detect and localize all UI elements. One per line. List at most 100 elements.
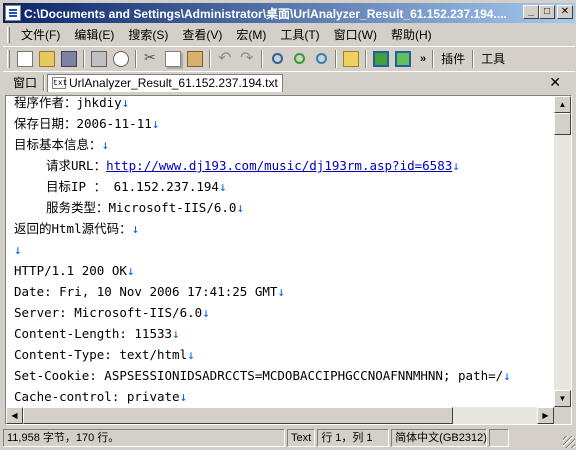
redo-button[interactable] — [236, 48, 258, 70]
line-break-marker: ↓ — [277, 284, 285, 299]
horizontal-scroll-thumb[interactable] — [23, 407, 453, 424]
editor-line[interactable]: Content-Type: text/html↓ — [14, 344, 552, 365]
caption-buttons: _ □ ✕ — [523, 5, 573, 19]
plugins-toolbar-label[interactable]: 插件 — [441, 50, 465, 67]
menu-edit[interactable]: 编辑(E) — [67, 26, 121, 44]
toolbar-separator — [365, 49, 367, 68]
print-preview-icon — [113, 50, 129, 67]
editor-line[interactable]: 保存日期：2006-11-11↓ — [14, 113, 552, 134]
horizontal-scrollbar[interactable]: ◀ ▶ — [6, 407, 554, 424]
resize-grip[interactable] — [563, 436, 575, 448]
editor-line[interactable]: HTTP/1.1 200 OK↓ — [14, 260, 552, 281]
view-toggle-button-2[interactable] — [392, 48, 414, 70]
toolbar-separator — [472, 49, 475, 68]
editor-line[interactable]: 程序作者：jhkdiy↓ — [14, 96, 552, 113]
scroll-left-button[interactable]: ◀ — [6, 407, 23, 424]
line-break-marker: ↓ — [101, 137, 110, 152]
menu-help[interactable]: 帮助(H) — [384, 26, 439, 44]
minimize-button[interactable]: _ — [523, 5, 539, 19]
print-button[interactable] — [88, 48, 110, 70]
print-preview-button[interactable] — [110, 48, 132, 70]
status-cursor-position: 行 1，列 1 — [317, 429, 390, 447]
line-text: Server: Microsoft-IIS/6.0 — [14, 305, 203, 320]
document-tab[interactable]: txt UrlAnalyzer_Result_61.152.237.194.tx… — [47, 73, 283, 92]
line-text: HTTP/1.1 200 OK — [14, 263, 127, 278]
line-text: Date: Fri, 10 Nov 2006 17:41:25 GMT — [14, 284, 278, 299]
toolbar-overflow-chevron[interactable]: » — [420, 53, 426, 65]
open-file-button[interactable] — [36, 48, 58, 70]
save-icon — [61, 50, 77, 67]
editor-line[interactable]: 请求URL：http://www.dj193.com/music/dj193rm… — [14, 155, 552, 176]
toolbar-separator — [209, 49, 211, 68]
title-bar[interactable]: C:\Documents and Settings\Administrator\… — [3, 3, 575, 23]
editor-line[interactable]: Cache-control: private↓ — [14, 386, 552, 404]
new-file-button[interactable] — [14, 48, 36, 70]
view-list-icon — [373, 50, 389, 67]
scroll-up-button[interactable]: ▲ — [554, 96, 571, 113]
window-list-label[interactable]: 窗口 — [3, 74, 41, 91]
editor-line[interactable]: Server: Microsoft-IIS/6.0↓ — [14, 302, 552, 323]
line-text: 保存日期：2006-11-11 — [14, 116, 152, 131]
tabbar-separator — [43, 74, 46, 91]
scroll-down-button[interactable]: ▼ — [554, 390, 571, 407]
paste-button[interactable] — [184, 48, 206, 70]
line-break-marker: ↓ — [452, 158, 460, 173]
status-panel-empty — [489, 429, 510, 447]
editor-line[interactable]: 目标基本信息：↓ — [14, 134, 552, 155]
editor-line[interactable]: 服务类型：Microsoft-IIS/6.0↓ — [14, 197, 552, 218]
status-encoding: 简体中文(GB2312) — [391, 429, 488, 447]
vertical-scroll-thumb[interactable] — [554, 113, 571, 135]
close-document-button[interactable]: ✕ — [549, 74, 561, 91]
tools-toolbar-label[interactable]: 工具 — [481, 50, 505, 67]
close-window-button[interactable]: ✕ — [557, 5, 573, 19]
editor-line[interactable]: Date: Fri, 10 Nov 2006 17:41:25 GMT↓ — [14, 281, 552, 302]
menubar-grip[interactable] — [7, 27, 10, 43]
menu-view[interactable]: 查看(V) — [175, 26, 229, 44]
menu-file[interactable]: 文件(F) — [14, 26, 67, 44]
document-tab-label: UrlAnalyzer_Result_61.152.237.194.txt — [69, 76, 278, 90]
menu-macro[interactable]: 宏(M) — [229, 26, 273, 44]
menu-bar: 文件(F) 编辑(E) 搜索(S) 查看(V) 宏(M) 工具(T) 窗口(W)… — [3, 25, 575, 45]
editor-line[interactable]: 返回的Html源代码：↓ — [14, 218, 552, 239]
scroll-right-button[interactable]: ▶ — [537, 407, 554, 424]
undo-button[interactable] — [214, 48, 236, 70]
editor-window: C:\Documents and Settings\Administrator\… — [0, 0, 576, 450]
view-toggle-button[interactable] — [370, 48, 392, 70]
app-icon[interactable] — [5, 5, 21, 21]
cut-button[interactable] — [140, 48, 162, 70]
redo-icon — [239, 48, 255, 68]
text-editor[interactable]: 程序作者：jhkdiy↓ 保存日期：2006-11-11↓ 目标基本信息：↓ 请求UR… — [5, 95, 572, 425]
menu-search[interactable]: 搜索(S) — [121, 26, 175, 44]
menu-window[interactable]: 窗口(W) — [327, 26, 384, 44]
line-text: Set-Cookie: ASPSESSIONIDSADRCCTS=MCDOBAC… — [14, 368, 504, 383]
find-next-button[interactable] — [288, 48, 310, 70]
url-link[interactable]: http://www.dj193.com/music/dj193rm.asp?i… — [106, 158, 452, 173]
toolbar-grip[interactable] — [7, 49, 10, 68]
status-file-size: 11,958 字节，170 行。 — [3, 429, 285, 447]
find-next-icon — [293, 53, 305, 64]
find-button[interactable] — [266, 48, 288, 70]
document-tab-bar: 窗口 txt UrlAnalyzer_Result_61.152.237.194… — [3, 71, 575, 93]
save-button[interactable] — [58, 48, 80, 70]
replace-button[interactable] — [310, 48, 332, 70]
copy-button[interactable] — [162, 48, 184, 70]
editor-line[interactable]: Content-Length: 11533↓ — [14, 323, 552, 344]
toolbar-separator — [335, 49, 337, 68]
vertical-scrollbar[interactable]: ▲ ▼ — [554, 96, 571, 407]
goto-button[interactable] — [340, 48, 362, 70]
line-break-marker: ↓ — [202, 305, 210, 320]
line-text: 服务类型：Microsoft-IIS/6.0 — [46, 200, 237, 215]
editor-line[interactable]: ↓ — [14, 239, 552, 260]
toolbar-separator — [83, 49, 85, 68]
replace-icon — [315, 53, 327, 64]
menu-tools[interactable]: 工具(T) — [273, 26, 326, 44]
editor-line[interactable]: Set-Cookie: ASPSESSIONIDSADRCCTS=MCDOBAC… — [14, 365, 552, 386]
line-break-marker: ↓ — [187, 347, 195, 362]
editor-text-area[interactable]: 程序作者：jhkdiy↓ 保存日期：2006-11-11↓ 目标基本信息：↓ 请求UR… — [14, 96, 552, 404]
status-bar: 11,958 字节，170 行。 Text 行 1，列 1 简体中文(GB231… — [3, 428, 575, 448]
goto-icon — [343, 50, 359, 67]
editor-line[interactable]: 目标IP ： 61.152.237.194↓ — [14, 176, 552, 197]
line-break-marker: ↓ — [126, 263, 135, 278]
open-folder-icon — [39, 50, 55, 67]
maximize-button[interactable]: □ — [539, 5, 555, 19]
